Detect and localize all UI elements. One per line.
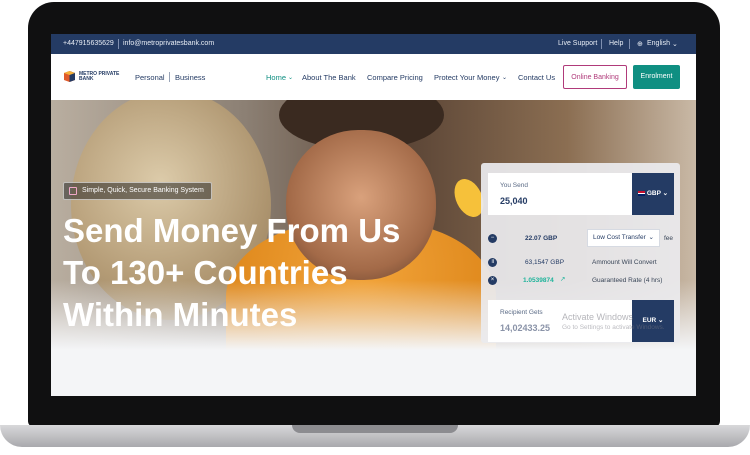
nav-protect-money[interactable]: Protect Your Money [434, 73, 499, 82]
language-selector[interactable]: English [647, 40, 670, 47]
main-navbar: METRO PRIVATE BANK Personal Business Hom… [51, 54, 696, 100]
convert-amount: 63,1547 GBP [525, 259, 565, 266]
email-link[interactable]: info@metroprivatesbank.com [123, 40, 214, 47]
topbar-divider [629, 39, 630, 49]
nav-home[interactable]: Home [266, 73, 286, 82]
recipient-value: 14,02433.25 [500, 323, 551, 333]
nav-divider [169, 72, 170, 82]
nav-about[interactable]: About The Bank [302, 73, 356, 82]
recipient-currency-selector[interactable]: EUR ⌄ [632, 300, 674, 342]
lock-icon [69, 187, 77, 195]
browser-screen: +447915635629 info@metroprivatesbank.com… [51, 34, 696, 396]
content-below-hero [51, 350, 696, 396]
enrolment-button[interactable]: Enrolment [633, 65, 680, 89]
hero-title-line: Within Minutes [63, 296, 298, 333]
chevron-down-icon: ⌄ [502, 75, 508, 81]
recipient-currency-label: EUR [642, 317, 657, 324]
transfer-type-value: Low Cost Transfer [593, 234, 646, 241]
transfer-type-select[interactable]: Low Cost Transfer ⌄ [587, 229, 660, 247]
exchange-rate: 1.0539874 [523, 277, 554, 284]
globe-icon: ⊕ [637, 41, 643, 48]
top-bar: +447915635629 info@metroprivatesbank.com… [51, 34, 696, 54]
you-send-value: 25,040 [500, 196, 528, 206]
you-send-field[interactable]: You Send 25,040 [488, 173, 632, 215]
minus-icon: − [488, 234, 497, 243]
trend-icon: ↗ [560, 276, 566, 283]
nav-personal[interactable]: Personal [135, 73, 165, 82]
hero-badge-text: Simple, Quick, Secure Banking System [82, 187, 204, 194]
chevron-down-icon: ⌄ [658, 317, 664, 324]
hero-title-line: To 130+ Countries [63, 254, 348, 291]
send-currency-selector[interactable]: GBP ⌄ [632, 173, 674, 215]
phone-link[interactable]: +447915635629 [63, 40, 114, 47]
topbar-divider [118, 39, 119, 49]
hero-badge: Simple, Quick, Secure Banking System [63, 182, 212, 200]
logo-icon [64, 71, 75, 82]
nav-contact[interactable]: Contact Us [518, 73, 555, 82]
online-banking-button[interactable]: Online Banking [563, 65, 627, 89]
topbar-divider [601, 39, 602, 49]
chevron-down-icon: ⌄ [672, 41, 678, 48]
chevron-down-icon: ⌄ [288, 75, 294, 81]
convert-label: Ammount Will Convert [592, 259, 657, 266]
chevron-down-icon: ⌄ [648, 234, 654, 241]
fee-label: fee [664, 235, 674, 242]
windows-activation-text: Go to Settings to activate Windows. [562, 324, 665, 331]
hero-title: Send Money From Us To 130+ Countries Wit… [63, 210, 400, 336]
you-send-label: You Send [500, 182, 528, 189]
nav-business[interactable]: Business [175, 73, 205, 82]
fee-amount: 22.07 GBP [525, 235, 558, 242]
nav-compare-pricing[interactable]: Compare Pricing [367, 73, 423, 82]
windows-activation-title: Activate Windows [562, 312, 634, 322]
laptop-notch [292, 425, 458, 433]
hero-title-line: Send Money From Us [63, 212, 401, 249]
help-link[interactable]: Help [609, 40, 623, 47]
chevron-down-icon: ⌄ [662, 190, 669, 197]
uk-flag-icon [637, 190, 645, 196]
pause-icon: ॥ [488, 258, 497, 267]
live-support-link[interactable]: Live Support [558, 40, 597, 47]
logo-text[interactable]: METRO PRIVATE BANK [79, 72, 129, 82]
rate-label: Guaranteed Rate (4 hrs) [592, 277, 663, 284]
recipient-label: Recipient Gets [500, 309, 543, 316]
times-icon: × [488, 276, 497, 285]
send-currency-label: GBP [646, 190, 661, 197]
